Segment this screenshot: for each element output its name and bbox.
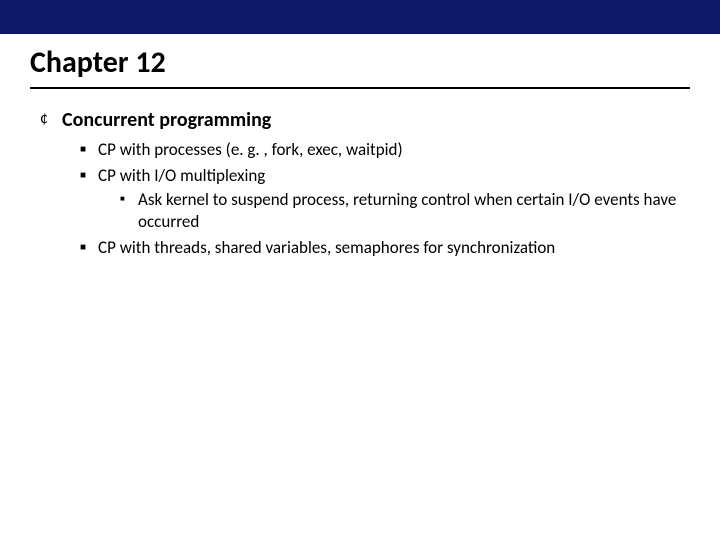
list-item: ■ Ask kernel to suspend process, returni… <box>120 189 680 233</box>
list-item: ■ CP with processes (e. g. , fork, exec,… <box>80 139 680 161</box>
list-item-label: CP with processes (e. g. , fork, exec, w… <box>98 139 403 161</box>
list-item-label: CP with I/O multiplexing <box>98 165 265 187</box>
slide-title: Chapter 12 <box>0 34 720 81</box>
top-bar <box>0 0 720 34</box>
square-bullet-icon: ■ <box>80 165 98 185</box>
list-item-label: CP with threads, shared variables, semap… <box>98 237 555 259</box>
section-heading: Concurrent programming <box>62 107 271 133</box>
content-area: ¢ Concurrent programming ■ CP with proce… <box>0 89 720 259</box>
list-item: ■ CP with I/O multiplexing <box>80 165 680 187</box>
square-bullet-icon: ■ <box>80 237 98 257</box>
slide: Chapter 12 ¢ Concurrent programming ■ CP… <box>0 0 720 540</box>
square-bullet-icon: ■ <box>80 139 98 159</box>
list-item: ■ CP with threads, shared variables, sem… <box>80 237 680 259</box>
circle-bullet-icon: ¢ <box>40 107 62 131</box>
square-bullet-icon: ■ <box>120 189 138 209</box>
list-item-label: Ask kernel to suspend process, returning… <box>138 189 678 233</box>
list-item: ¢ Concurrent programming <box>40 107 680 133</box>
